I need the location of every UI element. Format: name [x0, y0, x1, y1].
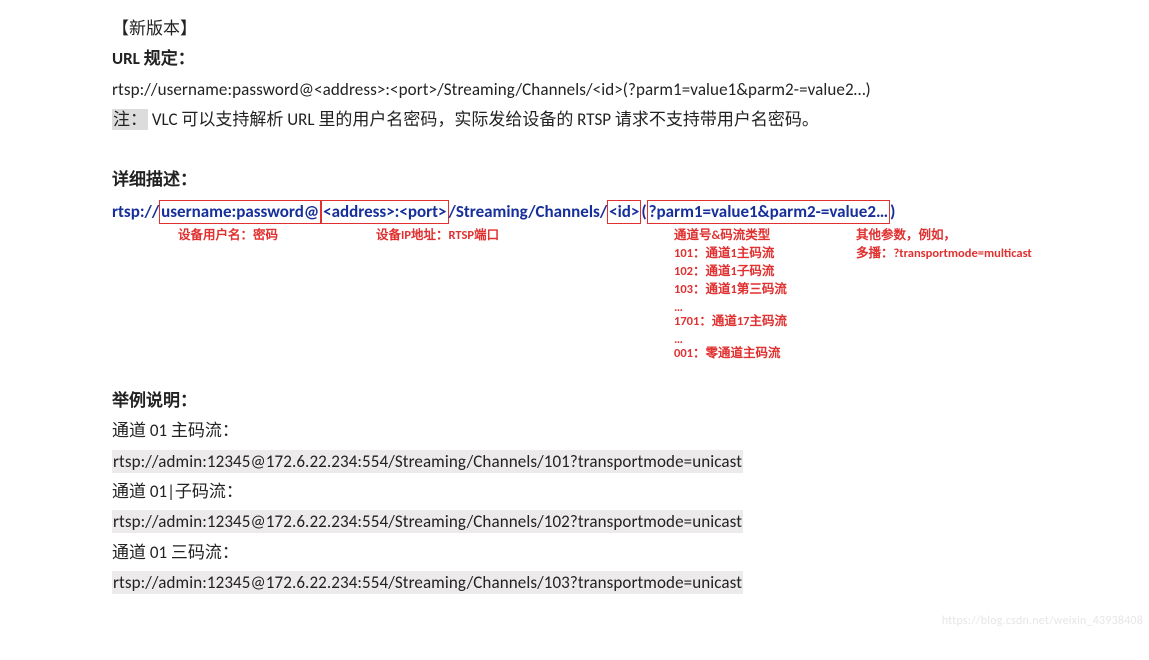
- annotation-other-line: 多播：?transportmode=multicast: [856, 246, 1032, 263]
- url-seg-credentials-box: username:password@: [159, 200, 321, 224]
- example-label: 通道 01 三码流：: [112, 540, 1132, 566]
- annotation-channel-line: 103：通道1第三码流: [674, 282, 787, 299]
- example-url-row: rtsp://admin:12345@172.6.22.234:554/Stre…: [112, 509, 1132, 535]
- example-url: rtsp://admin:12345@172.6.22.234:554/Stre…: [112, 510, 743, 533]
- example-url-row: rtsp://admin:12345@172.6.22.234:554/Stre…: [112, 449, 1132, 475]
- annotation-channel-line: 102：通道1子码流: [674, 264, 774, 281]
- url-seg-path: /Streaming/Channels/: [449, 201, 608, 222]
- url-seg-protocol: rtsp://: [112, 201, 159, 222]
- example-label: 通道 01|子码流：: [112, 479, 1132, 505]
- version-bracket: 【新版本】: [112, 16, 1132, 42]
- note-label: 注：: [112, 109, 148, 130]
- detail-url-line: rtsp://username:password@<address>:<port…: [112, 200, 1132, 224]
- annotation-channel-line: 001：零通道主码流: [674, 346, 781, 363]
- annotation-channel-heading: 通道号&码流类型: [674, 228, 770, 245]
- example-url-row: rtsp://admin:12345@172.6.22.234:554/Stre…: [112, 570, 1132, 596]
- annotation-channel-line: 1701：通道17主码流: [674, 314, 787, 331]
- example-label: 通道 01 主码流：: [112, 418, 1132, 444]
- annotation-channel-line: 101：通道1主码流: [674, 246, 774, 263]
- note-text: VLC 可以支持解析 URL 里的用户名密码，实际发给设备的 RTSP 请求不支…: [152, 109, 819, 130]
- note-line: 注： VLC 可以支持解析 URL 里的用户名密码，实际发给设备的 RTSP 请…: [112, 107, 1132, 133]
- url-rule-template: rtsp://username:password@<address>:<port…: [112, 77, 1132, 103]
- url-seg-params-box: ?parm1=value1&parm2-=value2…: [647, 200, 890, 224]
- annotation-address: 设备IP地址：RTSP端口: [376, 228, 499, 245]
- example-url: rtsp://admin:12345@172.6.22.234:554/Stre…: [112, 450, 743, 473]
- example-url: rtsp://admin:12345@172.6.22.234:554/Stre…: [112, 571, 743, 594]
- url-seg-id-box: <id>: [607, 200, 641, 224]
- example-heading: 举例说明：: [112, 388, 1132, 414]
- url-seg-address-box: <address>:<port>: [321, 200, 448, 224]
- annotation-block: 设备用户名：密码 设备IP地址：RTSP端口 通道号&码流类型 101：通道1主…: [112, 224, 1132, 384]
- detail-heading: 详细描述：: [112, 167, 1132, 193]
- annotation-other-heading: 其他参数，例如，: [856, 228, 956, 245]
- url-seg-paren-close: ): [890, 201, 895, 222]
- watermark-text: https://blog.csdn.net/weixin_43938408: [942, 614, 1143, 628]
- document-page: 【新版本】 URL 规定： rtsp://username:password@<…: [0, 0, 1132, 630]
- annotation-credentials: 设备用户名：密码: [178, 228, 278, 245]
- url-rule-heading: URL 规定：: [112, 46, 1132, 72]
